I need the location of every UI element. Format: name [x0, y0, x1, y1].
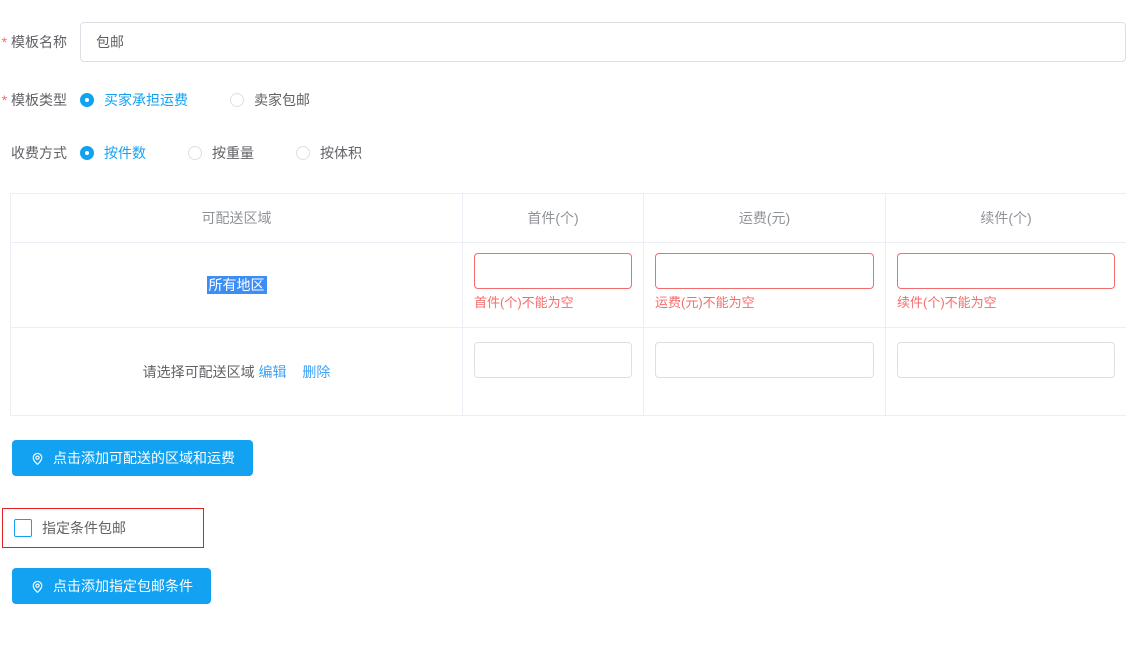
- edit-link[interactable]: 编辑: [259, 364, 287, 380]
- table-header-row: 可配送区域 首件(个) 运费(元) 续件(个): [11, 194, 1126, 243]
- header-first-piece: 首件(个): [463, 194, 644, 243]
- select-region-text: 请选择可配送区域: [143, 364, 255, 380]
- radio-unselected-icon: [230, 93, 244, 107]
- radio-by-volume[interactable]: 按体积: [296, 143, 362, 163]
- charge-method-label: 收费方式: [0, 143, 80, 163]
- fee-input[interactable]: [655, 342, 874, 378]
- delete-link[interactable]: 删除: [302, 364, 330, 380]
- header-next-piece: 续件(个): [886, 194, 1126, 243]
- fee-cell: [644, 328, 886, 416]
- template-type-label: 模板类型: [0, 90, 80, 110]
- free-shipping-checkbox[interactable]: [14, 519, 32, 537]
- fee-input[interactable]: [655, 253, 874, 289]
- charge-method-radio-group: 按件数 按重量 按体积: [80, 143, 404, 163]
- region-cell-select: 请选择可配送区域 编辑 删除: [11, 328, 463, 416]
- template-name-row: 模板名称: [0, 22, 1126, 62]
- radio-by-piece[interactable]: 按件数: [80, 143, 146, 163]
- template-type-radio-group: 买家承担运费 卖家包邮: [80, 90, 352, 110]
- first-piece-error: 首件(个)不能为空: [474, 296, 632, 309]
- add-condition-button[interactable]: 点击添加指定包邮条件: [12, 568, 211, 604]
- location-pin-icon: [30, 451, 45, 466]
- radio-by-weight[interactable]: 按重量: [188, 143, 254, 163]
- add-region-button-label: 点击添加可配送的区域和运费: [53, 448, 235, 468]
- shipping-template-form: 模板名称 模板类型 买家承担运费 卖家包邮 收费方式 按件数 按重量: [0, 0, 1126, 604]
- radio-selected-icon: [80, 146, 94, 160]
- radio-unselected-icon: [296, 146, 310, 160]
- radio-seller-free-label: 卖家包邮: [254, 90, 310, 110]
- location-pin-icon: [30, 579, 45, 594]
- charge-method-row: 收费方式 按件数 按重量 按体积: [0, 143, 1126, 163]
- next-piece-input[interactable]: [897, 342, 1115, 378]
- add-region-button[interactable]: 点击添加可配送的区域和运费: [12, 440, 253, 476]
- shipping-fee-table: 可配送区域 首件(个) 运费(元) 续件(个) 所有地区 首件(个)不能为空 运…: [10, 193, 1126, 416]
- table-row: 所有地区 首件(个)不能为空 运费(元)不能为空 续件(个)不能为空: [11, 243, 1126, 328]
- first-piece-cell: [463, 328, 644, 416]
- next-piece-error: 续件(个)不能为空: [897, 296, 1115, 309]
- free-shipping-checkbox-label: 指定条件包邮: [42, 518, 126, 538]
- first-piece-input[interactable]: [474, 342, 632, 378]
- region-cell-all: 所有地区: [11, 243, 463, 328]
- radio-buyer-pays[interactable]: 买家承担运费: [80, 90, 188, 110]
- radio-seller-free[interactable]: 卖家包邮: [230, 90, 310, 110]
- radio-buyer-pays-label: 买家承担运费: [104, 90, 188, 110]
- free-shipping-condition-box: 指定条件包邮: [2, 508, 204, 548]
- header-region: 可配送区域: [11, 194, 463, 243]
- next-piece-cell: [886, 328, 1126, 416]
- template-name-label: 模板名称: [0, 32, 80, 52]
- all-regions-link[interactable]: 所有地区: [207, 276, 267, 294]
- radio-unselected-icon: [188, 146, 202, 160]
- add-condition-button-label: 点击添加指定包邮条件: [53, 576, 193, 596]
- first-piece-cell: 首件(个)不能为空: [463, 243, 644, 328]
- radio-selected-icon: [80, 93, 94, 107]
- fee-cell: 运费(元)不能为空: [644, 243, 886, 328]
- next-piece-input[interactable]: [897, 253, 1115, 289]
- template-type-row: 模板类型 买家承担运费 卖家包邮: [0, 90, 1126, 110]
- header-fee: 运费(元): [644, 194, 886, 243]
- radio-by-piece-label: 按件数: [104, 143, 146, 163]
- first-piece-input[interactable]: [474, 253, 632, 289]
- table-row: 请选择可配送区域 编辑 删除: [11, 328, 1126, 416]
- next-piece-cell: 续件(个)不能为空: [886, 243, 1126, 328]
- fee-error: 运费(元)不能为空: [655, 296, 874, 309]
- radio-by-weight-label: 按重量: [212, 143, 254, 163]
- template-name-input[interactable]: [80, 22, 1126, 62]
- radio-by-volume-label: 按体积: [320, 143, 362, 163]
